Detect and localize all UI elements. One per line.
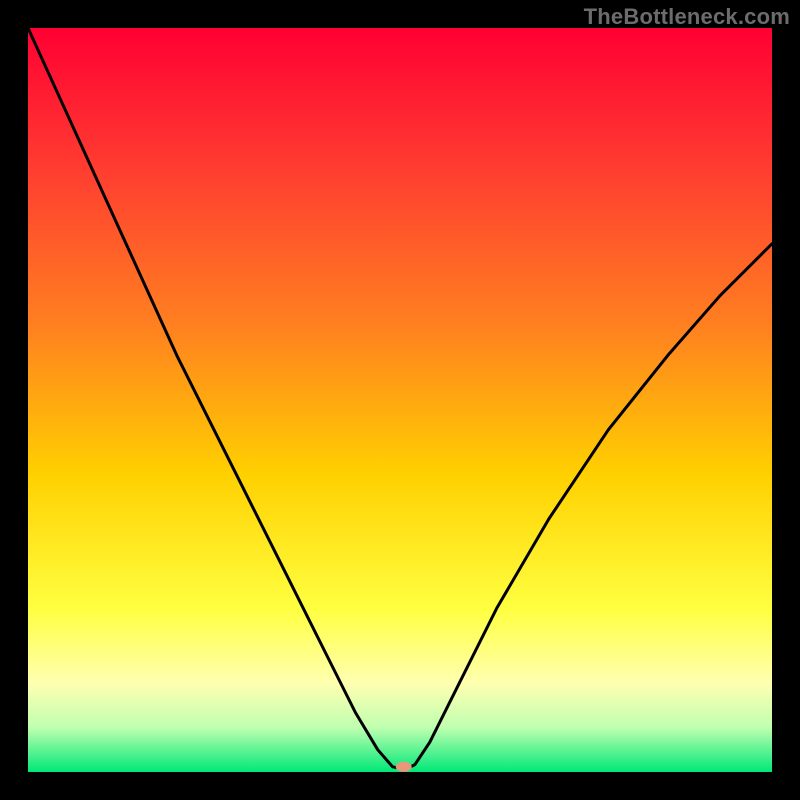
chart-frame: TheBottleneck.com (0, 0, 800, 800)
gradient-background (28, 28, 772, 772)
plot-area (28, 28, 772, 772)
watermark-text: TheBottleneck.com (584, 4, 790, 30)
optimal-marker (396, 762, 412, 772)
bottleneck-chart-svg (28, 28, 772, 772)
